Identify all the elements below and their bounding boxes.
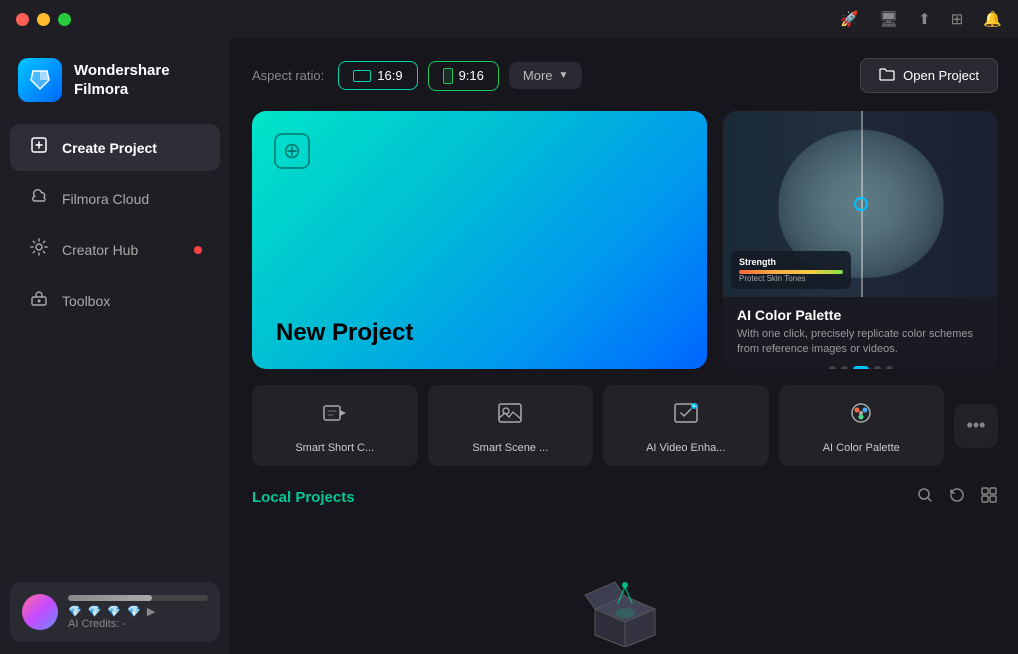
thumbnail-protect: Protect Skin Tones xyxy=(739,274,843,283)
toolbox-icon xyxy=(28,289,50,312)
ai-video-enhance-card[interactable]: AI Video Enha... xyxy=(603,385,769,466)
toolbox-label: Toolbox xyxy=(62,293,110,309)
new-project-label: New Project xyxy=(276,319,683,347)
cloud-upload-icon[interactable]: ⬆ xyxy=(918,10,931,28)
ai-color-palette-card[interactable]: AI Color Palette xyxy=(779,385,945,466)
user-action-icons: 💎 💎 💎 💎 ▶ xyxy=(68,605,208,618)
sidebar-item-filmora-cloud[interactable]: Filmora Cloud xyxy=(10,175,220,222)
create-project-icon xyxy=(28,136,50,159)
bell-icon[interactable]: 🔔 xyxy=(983,10,1002,28)
smart-scene-card[interactable]: Smart Scene ... xyxy=(428,385,594,466)
local-projects-title: Local Projects xyxy=(252,489,355,506)
refresh-icon[interactable] xyxy=(948,486,966,509)
grid-view-icon[interactable] xyxy=(980,486,998,509)
banner-dot-5[interactable] xyxy=(886,366,893,369)
ellipsis-icon: ••• xyxy=(967,415,986,436)
ai-video-enhance-icon xyxy=(672,399,700,434)
more-tools-button[interactable]: ••• xyxy=(954,404,998,448)
empty-state: Recent Project xyxy=(252,527,998,654)
sidebar: Wondershare Filmora Create Project Filmo… xyxy=(0,38,230,654)
smart-short-clip-icon xyxy=(321,399,349,434)
feature-banner: Strength Protect Skin Tones AI Color Pal… xyxy=(723,111,998,369)
creator-hub-label: Creator Hub xyxy=(62,242,138,258)
banner-dot-4[interactable] xyxy=(874,366,881,369)
maximize-button[interactable] xyxy=(58,13,71,26)
credits-fill xyxy=(68,595,152,601)
open-project-button[interactable]: Open Project xyxy=(860,58,998,93)
new-project-card[interactable]: ⊕ New Project xyxy=(252,111,707,369)
logo-area: Wondershare Filmora xyxy=(0,46,230,122)
main-content: Aspect ratio: 16:9 9:16 More ▼ Open Proj xyxy=(230,38,1018,654)
chevron-down-icon: ▼ xyxy=(559,70,569,81)
ai-video-enhance-label: AI Video Enha... xyxy=(615,442,757,454)
banner-dot-1[interactable] xyxy=(829,366,836,369)
creator-hub-icon xyxy=(28,238,50,261)
top-section: ⊕ New Project Strength Protect Skin Tone… xyxy=(252,111,998,369)
cloud-icon xyxy=(28,187,50,210)
feature-description: With one click, precisely replicate colo… xyxy=(737,327,984,358)
dot-selector xyxy=(854,197,868,211)
banner-dot-3[interactable] xyxy=(853,366,869,369)
new-project-plus-icon: ⊕ xyxy=(274,133,310,169)
ai-tools-row: Smart Short C... Smart Scene ... xyxy=(252,385,998,466)
app-body: Wondershare Filmora Create Project Filmo… xyxy=(0,38,1018,654)
feature-image: Strength Protect Skin Tones xyxy=(723,111,998,297)
smart-scene-icon xyxy=(496,399,524,434)
user-avatar xyxy=(22,594,58,630)
feature-title: AI Color Palette xyxy=(737,307,984,323)
user-info: 💎 💎 💎 💎 ▶ AI Credits: - xyxy=(68,595,208,630)
smart-short-clip-card[interactable]: Smart Short C... xyxy=(252,385,418,466)
folder-icon xyxy=(879,67,895,84)
toolbar: Aspect ratio: 16:9 9:16 More ▼ Open Proj xyxy=(252,58,998,93)
monitor-icon[interactable]: 🖥 xyxy=(879,10,898,28)
header-actions xyxy=(916,486,998,509)
app-name: Wondershare Filmora xyxy=(74,61,170,100)
aspect-9-16-button[interactable]: 9:16 xyxy=(428,61,499,91)
user-panel[interactable]: 💎 💎 💎 💎 ▶ AI Credits: - xyxy=(10,582,220,642)
smart-short-clip-label: Smart Short C... xyxy=(264,442,406,454)
thumbnail-strength: Strength xyxy=(739,257,843,267)
smart-scene-label: Smart Scene ... xyxy=(440,442,582,454)
aspect-16-9-button[interactable]: 16:9 xyxy=(338,61,417,90)
more-button[interactable]: More ▼ xyxy=(509,62,583,89)
create-project-label: Create Project xyxy=(62,140,157,156)
ai-color-palette-icon xyxy=(847,399,875,434)
app-logo xyxy=(18,58,62,102)
empty-box-icon xyxy=(580,567,670,647)
search-icon[interactable] xyxy=(916,486,934,509)
banner-dot-2[interactable] xyxy=(841,366,848,369)
notification-dot xyxy=(194,246,202,254)
ai-color-palette-label: AI Color Palette xyxy=(791,442,933,454)
titlebar-actions: 🚀 🖥 ⬆ ⊞ 🔔 xyxy=(840,10,1002,28)
sidebar-item-create-project[interactable]: Create Project xyxy=(10,124,220,171)
credits-bar xyxy=(68,595,208,601)
thumbnail-card: Strength Protect Skin Tones xyxy=(731,251,851,289)
rocket-icon[interactable]: 🚀 xyxy=(840,10,859,28)
minimize-button[interactable] xyxy=(37,13,50,26)
aspect-ratio-label: Aspect ratio: xyxy=(252,68,324,83)
banner-dots xyxy=(737,366,984,369)
sidebar-item-toolbox[interactable]: Toolbox xyxy=(10,277,220,324)
close-button[interactable] xyxy=(16,13,29,26)
aspect-9-icon xyxy=(443,68,453,84)
grid-icon[interactable]: ⊞ xyxy=(951,10,964,28)
feature-info: AI Color Palette With one click, precise… xyxy=(723,297,998,369)
titlebar: 🚀 🖥 ⬆ ⊞ 🔔 xyxy=(0,0,1018,38)
sidebar-item-creator-hub[interactable]: Creator Hub xyxy=(10,226,220,273)
aspect-16-icon xyxy=(353,70,371,82)
local-projects-header: Local Projects xyxy=(252,486,998,509)
filmora-cloud-label: Filmora Cloud xyxy=(62,191,149,207)
window-controls xyxy=(16,13,71,26)
ai-credits-label: AI Credits: - xyxy=(68,618,208,630)
